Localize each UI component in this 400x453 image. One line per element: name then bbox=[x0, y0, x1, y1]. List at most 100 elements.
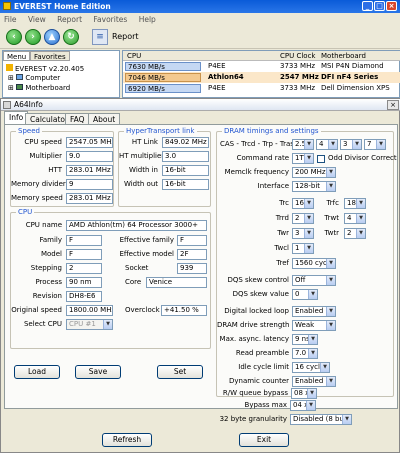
htt-label: HTT bbox=[48, 166, 62, 174]
tref-dropdown[interactable]: 1560 cycles ▼ bbox=[292, 258, 336, 269]
digital-locked-loop-dropdown[interactable]: Enabled ▼ bbox=[292, 306, 336, 317]
core-field: Venice bbox=[146, 277, 207, 288]
trp-dropdown[interactable]: 3 ▼ bbox=[340, 139, 362, 150]
core-label: Core bbox=[125, 278, 142, 286]
trc-value: 16 bbox=[295, 199, 304, 207]
maximize-icon[interactable]: □ bbox=[374, 1, 385, 11]
stepping-field: 2 bbox=[66, 263, 102, 274]
menu-file[interactable]: File bbox=[4, 15, 17, 24]
dram-drive-strength-dropdown[interactable]: Weak ▼ bbox=[292, 320, 336, 331]
result-row[interactable]: 7630 MB/s P4EE 3733 MHz MSI P4N Diamond bbox=[123, 61, 400, 72]
dqs-skew-control-value: Off bbox=[295, 276, 306, 284]
revision-field: DH8-E6 bbox=[66, 291, 102, 302]
overclock-label: Overclock bbox=[125, 306, 160, 314]
read-preamble-dropdown[interactable]: 7.0 ns ▼ bbox=[292, 348, 318, 359]
back-icon[interactable]: ‹ bbox=[6, 29, 22, 45]
trwt-dropdown[interactable]: 4 ▼ bbox=[344, 213, 366, 224]
command-rate-dropdown[interactable]: 1T ▼ bbox=[292, 153, 314, 164]
twr-dropdown[interactable]: 3 ▼ bbox=[292, 228, 314, 239]
tab-favorites[interactable]: Favorites bbox=[30, 51, 70, 61]
close-icon[interactable]: × bbox=[387, 100, 399, 110]
expand-icon[interactable]: ⊞ bbox=[8, 84, 14, 92]
model-field: F bbox=[66, 249, 102, 260]
max-async-latency-dropdown[interactable]: 9 ns ▼ bbox=[292, 334, 318, 345]
trc-dropdown[interactable]: 16 ▼ bbox=[292, 198, 314, 209]
overclock-field: +41.50 % bbox=[161, 305, 207, 316]
chevron-down-icon: ▼ bbox=[304, 229, 313, 238]
dqs-skew-control-dropdown[interactable]: Off ▼ bbox=[292, 275, 336, 286]
cas-dropdown[interactable]: 2.5 ▼ bbox=[292, 139, 314, 150]
trrd-label: Trrd bbox=[275, 214, 289, 222]
results-list: CPU CPU Clock Motherboard 7630 MB/s P4EE… bbox=[122, 50, 400, 98]
row-clock: 2547 MHz bbox=[280, 73, 319, 81]
memory-divider-label: Memory divider bbox=[11, 180, 66, 188]
dynamic-counter-dropdown[interactable]: Enabled ▼ bbox=[292, 376, 336, 387]
tab-faq[interactable]: FAQ bbox=[65, 113, 90, 124]
dqs-skew-value-dropdown[interactable]: 0 ▼ bbox=[292, 289, 318, 300]
original-speed-label: Original speed bbox=[11, 306, 62, 314]
up-icon[interactable]: ▲ bbox=[44, 29, 60, 45]
menu-favorites[interactable]: Favorites bbox=[93, 15, 127, 24]
bypass-max-dropdown[interactable]: 04 x ▼ bbox=[290, 400, 316, 411]
cpu-group: CPU CPU name AMD Athlon(tm) 64 Processor… bbox=[10, 208, 211, 349]
odd-divisor-checkbox[interactable] bbox=[317, 155, 325, 163]
twcl-dropdown[interactable]: 1 ▼ bbox=[292, 243, 314, 254]
report-icon[interactable]: ≡ bbox=[92, 29, 108, 45]
dqs-skew-value-label: DQS skew value bbox=[232, 290, 289, 298]
tree-item-motherboard[interactable]: ⊞ Motherboard bbox=[8, 84, 70, 92]
tras-dropdown[interactable]: 7 ▼ bbox=[364, 139, 386, 150]
exit-button[interactable]: Exit bbox=[239, 433, 289, 447]
idle-cycle-limit-dropdown[interactable]: 16 cycles ▼ bbox=[292, 362, 330, 373]
load-button[interactable]: Load bbox=[14, 365, 60, 379]
trcd-value: 4 bbox=[319, 140, 324, 148]
chevron-down-icon: ▼ bbox=[328, 140, 337, 149]
select-cpu-dropdown[interactable]: CPU #1 ▼ bbox=[66, 319, 113, 330]
expand-icon[interactable]: ⊞ bbox=[8, 74, 14, 82]
chevron-down-icon: ▼ bbox=[376, 140, 385, 149]
memclk-dropdown[interactable]: 200 MHz ▼ bbox=[292, 167, 336, 178]
cas-label: CAS - Trcd - Trp - Tras bbox=[220, 140, 294, 148]
header-cpu-clock[interactable]: CPU Clock bbox=[280, 52, 315, 60]
trfc-dropdown[interactable]: 18 ▼ bbox=[344, 198, 366, 209]
forward-icon[interactable]: › bbox=[25, 29, 41, 45]
twtr-dropdown[interactable]: 2 ▼ bbox=[344, 228, 366, 239]
report-button-label[interactable]: Report bbox=[112, 32, 139, 41]
result-row-current[interactable]: 7046 MB/s Athlon64 2547 MHz DFI nF4 Seri… bbox=[123, 72, 400, 83]
result-row[interactable]: 6920 MB/s P4EE 3733 MHz Dell Dimension X… bbox=[123, 83, 400, 94]
granularity-dropdown[interactable]: Disabled (8 bursts)▼ bbox=[290, 414, 352, 425]
memory-speed-label: Memory speed bbox=[11, 194, 63, 202]
tab-about[interactable]: About bbox=[88, 113, 121, 124]
refresh-button[interactable]: Refresh bbox=[102, 433, 152, 447]
row-board: Dell Dimension XPS bbox=[321, 84, 390, 92]
tree-item-computer[interactable]: ⊞ Computer bbox=[8, 74, 60, 82]
save-button[interactable]: Save bbox=[75, 365, 121, 379]
tree-item-everest[interactable]: EVEREST v2.20.405 bbox=[6, 64, 84, 73]
toolbar: ‹ › ▲ ↻ ≡ Report bbox=[0, 25, 400, 49]
interface-label: Interface bbox=[257, 182, 289, 190]
header-cpu[interactable]: CPU bbox=[127, 52, 141, 60]
menu-report[interactable]: Report bbox=[57, 15, 82, 24]
digital-locked-loop-value: Enabled bbox=[295, 307, 324, 315]
menu-help[interactable]: Help bbox=[139, 15, 156, 24]
trp-value: 3 bbox=[343, 140, 348, 148]
dynamic-counter-label: Dynamic counter bbox=[228, 377, 289, 385]
app-icon bbox=[3, 101, 11, 109]
width-in-field: 16-bit bbox=[162, 165, 209, 176]
chevron-down-icon: ▼ bbox=[103, 320, 112, 329]
interface-dropdown[interactable]: 128-bit ▼ bbox=[292, 181, 336, 192]
refresh-icon[interactable]: ↻ bbox=[63, 29, 79, 45]
header-motherboard[interactable]: Motherboard bbox=[321, 52, 366, 60]
close-icon[interactable]: × bbox=[386, 1, 397, 11]
multiplier-field: 9.0 bbox=[66, 151, 113, 162]
chevron-down-icon: ▼ bbox=[307, 389, 316, 398]
dialog-title: A64Info bbox=[14, 100, 43, 109]
minimize-icon[interactable]: _ bbox=[362, 1, 373, 11]
odd-divisor-label: Odd Divisor Correct bbox=[328, 154, 397, 162]
tab-menu[interactable]: Menu bbox=[3, 51, 31, 61]
set-button[interactable]: Set bbox=[157, 365, 203, 379]
trcd-dropdown[interactable]: 4 ▼ bbox=[316, 139, 338, 150]
menu-view[interactable]: View bbox=[28, 15, 46, 24]
trrd-dropdown[interactable]: 2 ▼ bbox=[292, 213, 314, 224]
rw-queue-bypass-dropdown[interactable]: 08 x ▼ bbox=[291, 388, 317, 399]
row-clock: 3733 MHz bbox=[280, 84, 316, 92]
